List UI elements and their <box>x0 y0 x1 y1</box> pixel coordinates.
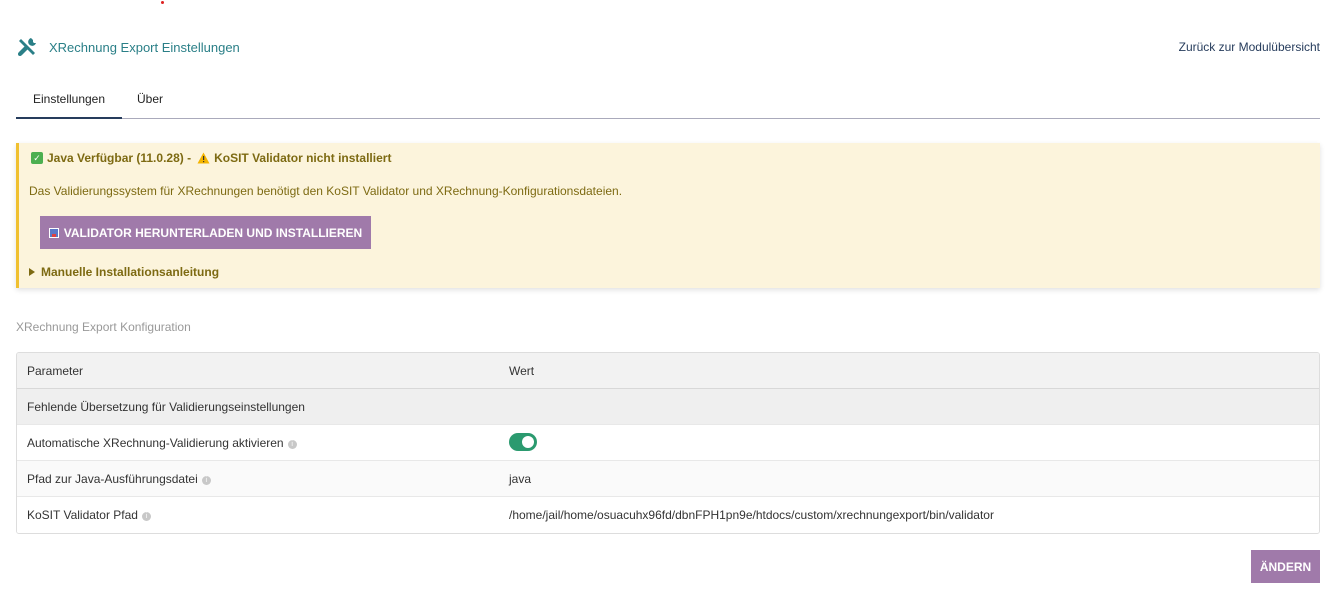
back-to-modules-link[interactable]: Zurück zur Modulübersicht <box>1179 40 1320 54</box>
page-title: XRechnung Export Einstellungen <box>49 40 240 55</box>
info-icon[interactable]: i <box>141 512 151 521</box>
auto-validation-toggle[interactable] <box>509 433 537 451</box>
java-path-value: java <box>509 472 532 486</box>
warning-icon <box>197 152 210 164</box>
config-table: Parameter Wert Fehlende Übersetzung für … <box>16 352 1320 534</box>
install-button-label: VALIDATOR HERUNTERLADEN UND INSTALLIEREN <box>63 225 363 240</box>
column-header-parameter: Parameter <box>27 364 84 378</box>
expand-triangle-icon <box>29 268 35 276</box>
manual-install-toggle[interactable]: Manuelle Installationsanleitung <box>29 265 219 279</box>
change-button[interactable]: ÄNDERN <box>1251 550 1320 583</box>
alert-description: Das Validierungssystem für XRechnungen b… <box>29 184 623 198</box>
table-row: KoSIT Validator Pfad i /home/jail/home/o… <box>17 497 1319 533</box>
validator-path-value: /home/jail/home/osuacuhx96fd/dbnFPH1pn9e… <box>509 508 994 522</box>
java-status: Java Verfügbar (11.0.28) - <box>47 151 192 165</box>
table-header: Parameter Wert <box>17 353 1319 389</box>
table-subheader: Fehlende Übersetzung für Validierungsein… <box>17 389 1319 425</box>
validator-status: KoSIT Validator nicht installiert <box>214 151 392 165</box>
column-header-value: Wert <box>509 364 535 378</box>
param-label: KoSIT Validator Pfad i <box>27 508 151 522</box>
table-row: Automatische XRechnung-Validierung aktiv… <box>17 425 1319 461</box>
page-header: XRechnung Export Einstellungen Zurück zu… <box>16 35 1320 61</box>
param-label: Automatische XRechnung-Validierung aktiv… <box>27 436 297 450</box>
param-label: Pfad zur Java-Ausführungsdatei i <box>27 472 211 486</box>
table-row: Pfad zur Java-Ausführungsdatei i java <box>17 461 1319 497</box>
tab-bar: Einstellungen Über <box>16 84 1320 119</box>
subheader-label: Fehlende Übersetzung für Validierungsein… <box>27 400 305 414</box>
validator-alert: ✓ Java Verfügbar (11.0.28) - KoSIT Valid… <box>16 143 1320 288</box>
info-icon[interactable]: i <box>287 440 297 449</box>
alert-heading: ✓ Java Verfügbar (11.0.28) - KoSIT Valid… <box>31 151 391 165</box>
info-icon[interactable]: i <box>201 476 211 485</box>
tab-about[interactable]: Über <box>124 84 176 118</box>
tab-settings[interactable]: Einstellungen <box>16 84 122 119</box>
param-text: KoSIT Validator Pfad <box>27 508 138 522</box>
section-title: XRechnung Export Konfiguration <box>16 320 191 334</box>
install-validator-button[interactable]: VALIDATOR HERUNTERLADEN UND INSTALLIEREN <box>40 216 371 249</box>
tools-icon <box>18 38 36 56</box>
param-text: Automatische XRechnung-Validierung aktiv… <box>27 436 284 450</box>
indicator-dot <box>161 1 164 4</box>
manual-toggle-label: Manuelle Installationsanleitung <box>41 265 220 279</box>
check-icon: ✓ <box>31 152 43 164</box>
save-disk-icon <box>48 227 59 238</box>
toggle-knob <box>522 436 534 448</box>
param-text: Pfad zur Java-Ausführungsdatei <box>27 472 198 486</box>
